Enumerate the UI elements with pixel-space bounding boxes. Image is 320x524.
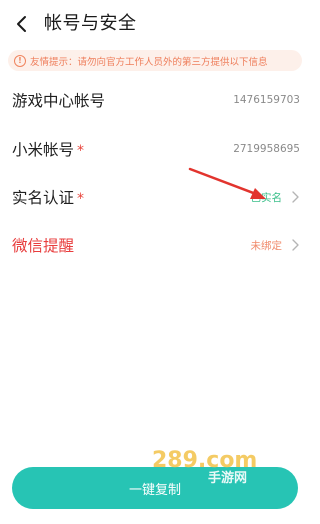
xiaomi-account-value: 2719958695 [233,143,300,155]
wechat-reminder-status: 未绑定 [250,239,283,252]
back-arrow-icon[interactable] [12,12,32,36]
game-center-account-label: 游戏中心帐号 [12,92,106,110]
real-name-label: 实名认证 * [12,189,85,207]
xiaomi-account-label: 小米帐号 * [12,141,85,159]
chevron-right-icon [292,239,299,251]
page-title: 帐号与安全 [44,13,137,34]
wechat-reminder-label: 微信提醒 [12,237,75,255]
game-center-account-value: 1476159703 [233,94,300,106]
row-real-name-verification[interactable]: 实名认证 * 已实名 [0,177,310,217]
row-wechat-reminder[interactable]: 微信提醒 未绑定 [0,225,310,265]
top-bar: 帐号与安全 [0,0,310,48]
notice-text: 友情提示：请勿向官方工作人员外的第三方提供以下信息 [30,56,268,68]
row-xiaomi-account: 小米帐号 * 2719958695 [0,129,310,169]
info-icon: ! [14,54,26,67]
real-name-status: 已实名 [250,191,283,204]
chevron-right-icon [292,191,299,203]
required-mark: * [77,191,85,207]
required-mark: * [77,143,85,159]
copy-all-button[interactable]: 一键复制 [12,467,298,509]
row-game-center-account: 游戏中心帐号 1476159703 [0,80,310,120]
notice-banner: ! 友情提示：请勿向官方工作人员外的第三方提供以下信息 [8,50,302,71]
